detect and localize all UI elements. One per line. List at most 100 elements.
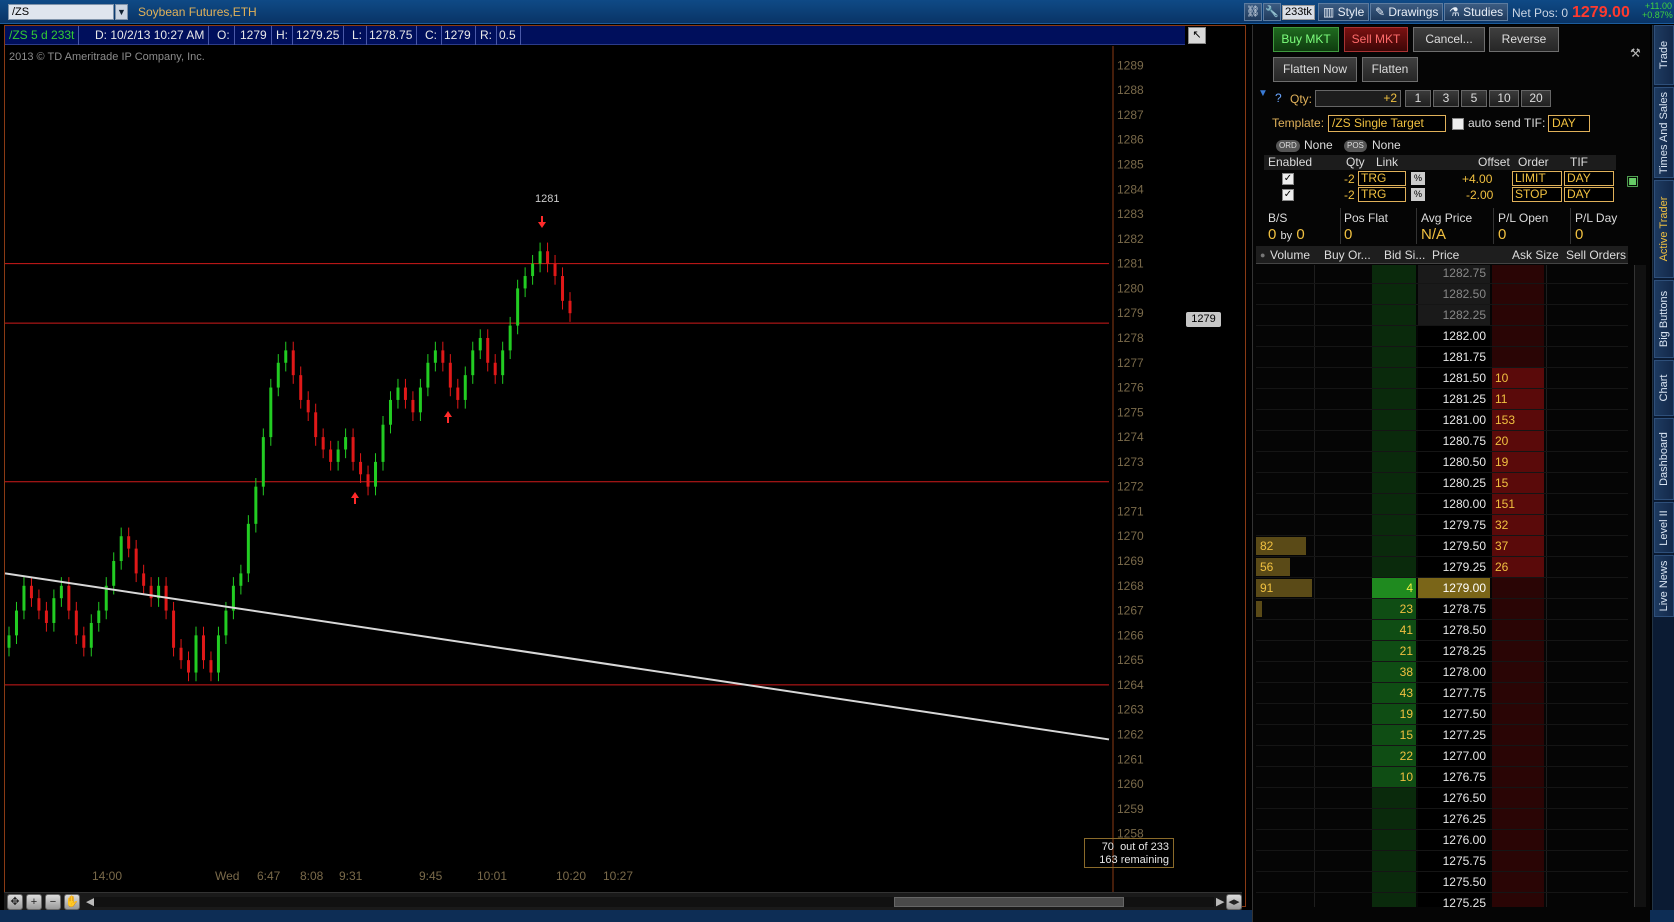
cursor-mode-icon[interactable]: ↖ [1188, 27, 1206, 44]
bid-size-cell[interactable] [1372, 410, 1416, 430]
side-tab-times-and-sales[interactable]: Times And Sales [1654, 87, 1674, 178]
sell-orders-cell[interactable] [1546, 599, 1628, 619]
bid-size-cell[interactable] [1372, 305, 1416, 325]
ask-size-cell[interactable] [1492, 641, 1544, 661]
sell-orders-cell[interactable] [1546, 788, 1628, 808]
qty-preset-10[interactable]: 10 [1489, 90, 1519, 107]
qty-preset-20[interactable]: 20 [1521, 90, 1551, 107]
qty-preset-1[interactable]: 1 [1405, 90, 1431, 107]
qty-preset-5[interactable]: 5 [1461, 90, 1487, 107]
ask-size-cell[interactable]: 32 [1492, 515, 1544, 535]
buy-orders-cell[interactable] [1314, 494, 1370, 514]
sell-orders-cell[interactable] [1546, 641, 1628, 661]
ask-size-cell[interactable] [1492, 704, 1544, 724]
symbol-input[interactable]: /ZS [8, 4, 114, 20]
sell-orders-cell[interactable] [1546, 830, 1628, 850]
sell-orders-cell[interactable] [1546, 326, 1628, 346]
sell-orders-cell[interactable] [1546, 578, 1628, 598]
template-select[interactable]: /ZS Single Target [1328, 115, 1446, 132]
ask-size-cell[interactable]: 19 [1492, 452, 1544, 472]
style-button[interactable]: ▥ Style [1318, 3, 1370, 21]
bracket-qty[interactable]: -2 [1344, 171, 1355, 187]
bid-size-cell[interactable]: 43 [1372, 683, 1416, 703]
side-tab-big-buttons[interactable]: Big Buttons [1654, 280, 1674, 358]
pan-icon[interactable]: ✥ [7, 894, 23, 910]
chart-scroll-thumb[interactable] [894, 897, 1124, 907]
sell-orders-cell[interactable] [1546, 704, 1628, 724]
buy-orders-cell[interactable] [1314, 893, 1370, 907]
bracket-offset[interactable]: +4.00 [1462, 171, 1492, 187]
bid-size-cell[interactable] [1372, 494, 1416, 514]
bracket-tif[interactable]: DAY [1564, 171, 1614, 186]
bid-size-cell[interactable] [1372, 326, 1416, 346]
buy-orders-cell[interactable] [1314, 536, 1370, 556]
buy-orders-cell[interactable] [1314, 265, 1370, 283]
bid-size-cell[interactable]: 10 [1372, 767, 1416, 787]
side-tab-level-ii[interactable]: Level II [1654, 502, 1674, 553]
buy-orders-cell[interactable] [1314, 431, 1370, 451]
ask-size-cell[interactable] [1492, 347, 1544, 367]
sell-orders-cell[interactable] [1546, 557, 1628, 577]
expand-icon[interactable]: ◂▸ [1226, 894, 1242, 910]
col-ask-size[interactable]: Ask Size [1512, 246, 1559, 264]
sell-orders-cell[interactable] [1546, 851, 1628, 871]
bid-size-cell[interactable] [1372, 809, 1416, 829]
bracket-enabled-checkbox[interactable]: ✓ [1282, 189, 1294, 201]
price-chart[interactable]: 1289 1288 1287 1286 1285 1284 1283 1282 1281 1280… [5, 46, 1245, 892]
bid-size-cell[interactable] [1372, 557, 1416, 577]
sell-orders-cell[interactable] [1546, 515, 1628, 535]
sell-orders-cell[interactable] [1546, 431, 1628, 451]
buy-orders-cell[interactable] [1314, 347, 1370, 367]
buy-orders-cell[interactable] [1314, 725, 1370, 745]
sell-orders-cell[interactable] [1546, 265, 1628, 283]
zoom-in-icon[interactable]: + [26, 894, 42, 910]
ask-size-cell[interactable]: 153 [1492, 410, 1544, 430]
side-tab-chart[interactable]: Chart [1654, 360, 1674, 416]
ask-size-cell[interactable] [1492, 830, 1544, 850]
scroll-right-icon[interactable]: ▶ [1216, 895, 1224, 908]
sell-orders-cell[interactable] [1546, 410, 1628, 430]
sell-orders-cell[interactable] [1546, 452, 1628, 472]
ask-size-cell[interactable] [1492, 725, 1544, 745]
ladder-settings-icon[interactable]: ● [1260, 246, 1265, 264]
ask-size-cell[interactable] [1492, 599, 1544, 619]
sell-orders-cell[interactable] [1546, 683, 1628, 703]
side-tab-live-news[interactable]: Live News [1654, 555, 1674, 617]
sell-mkt-button[interactable]: Sell MKT [1344, 27, 1408, 52]
sell-orders-cell[interactable] [1546, 284, 1628, 304]
ask-size-cell[interactable] [1492, 872, 1544, 892]
ask-size-cell[interactable]: 151 [1492, 494, 1544, 514]
bid-size-cell[interactable] [1372, 368, 1416, 388]
sell-orders-cell[interactable] [1546, 305, 1628, 325]
sell-orders-cell[interactable] [1546, 725, 1628, 745]
bid-size-cell[interactable]: 41 [1372, 620, 1416, 640]
bid-size-cell[interactable]: 23 [1372, 599, 1416, 619]
ask-size-cell[interactable] [1492, 767, 1544, 787]
buy-orders-cell[interactable] [1314, 284, 1370, 304]
ask-size-cell[interactable] [1492, 284, 1544, 304]
bid-size-cell[interactable]: 19 [1372, 704, 1416, 724]
qty-input[interactable]: +2 [1315, 90, 1401, 107]
ask-size-cell[interactable]: 20 [1492, 431, 1544, 451]
ladder-scrollbar[interactable] [1634, 265, 1646, 907]
sell-orders-cell[interactable] [1546, 620, 1628, 640]
percent-icon[interactable]: % [1411, 188, 1425, 201]
bid-size-cell[interactable] [1372, 265, 1416, 283]
buy-orders-cell[interactable] [1314, 788, 1370, 808]
sell-orders-cell[interactable] [1546, 473, 1628, 493]
ask-size-cell[interactable] [1492, 578, 1544, 598]
sell-orders-cell[interactable] [1546, 494, 1628, 514]
bid-size-cell[interactable]: 38 [1372, 662, 1416, 682]
bid-size-cell[interactable] [1372, 389, 1416, 409]
buy-orders-cell[interactable] [1314, 410, 1370, 430]
bid-size-cell[interactable] [1372, 515, 1416, 535]
bid-size-cell[interactable] [1372, 284, 1416, 304]
tick-aggregation-badge[interactable]: 233tk [1282, 5, 1315, 20]
bracket-qty[interactable]: -2 [1344, 187, 1355, 203]
help-icon[interactable]: ? [1275, 91, 1282, 105]
wrench-icon[interactable]: 🔧 [1263, 3, 1281, 21]
tif-select[interactable]: DAY [1548, 115, 1590, 132]
drawings-button[interactable]: ✎ Drawings [1370, 3, 1444, 21]
ask-size-cell[interactable] [1492, 788, 1544, 808]
col-price[interactable]: Price [1432, 246, 1459, 264]
